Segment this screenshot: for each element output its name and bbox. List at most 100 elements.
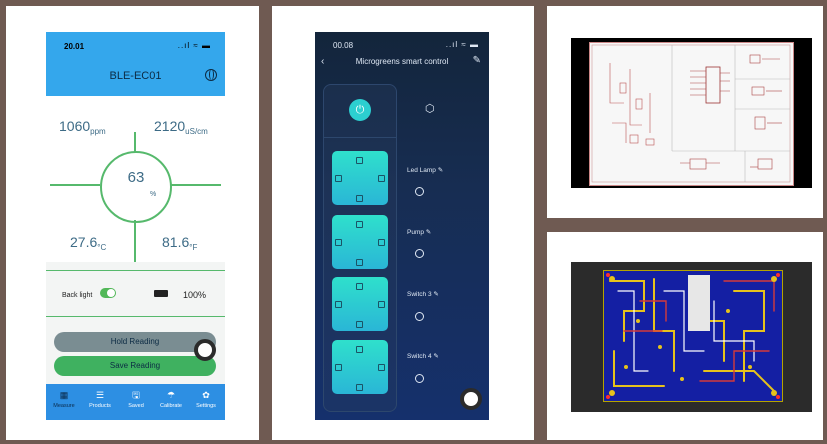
measure-icon: ▦ xyxy=(59,390,69,400)
tab-measure[interactable]: ▦ Measure xyxy=(48,390,80,409)
conductivity-value: 2120 xyxy=(154,118,186,134)
page-title: BLE-EC01 xyxy=(109,70,162,82)
switch-label-led-lamp: Led Lamp ✎ xyxy=(407,166,443,174)
pcb-viewer xyxy=(571,262,812,412)
knob-icon xyxy=(378,364,385,371)
edit-icon[interactable]: ✎ xyxy=(433,353,438,360)
clock-icon[interactable] xyxy=(415,374,424,383)
status-bar: 20.01 ..ıl ≈ ▬ xyxy=(46,32,225,58)
tab-settings[interactable]: ✿ Settings xyxy=(190,390,222,409)
tab-label: Products xyxy=(89,403,111,409)
knob-icon xyxy=(356,321,363,328)
schematic-viewer xyxy=(571,38,812,188)
divider-bottom xyxy=(134,220,136,262)
switch-4[interactable] xyxy=(332,340,388,394)
clock-icon[interactable] xyxy=(415,249,424,258)
switch-column: ⏻ xyxy=(323,84,397,412)
backlight-toggle[interactable] xyxy=(100,288,116,298)
ppm-unit: ppm xyxy=(90,127,106,136)
touch-indicator xyxy=(460,388,482,410)
knob-icon xyxy=(356,195,363,202)
edit-icon[interactable]: ✎ xyxy=(433,291,438,298)
app-header: BLE-EC01 xyxy=(46,58,225,96)
ec-meter-panel: 20.01 ..ıl ≈ ▬ BLE-EC01 1060ppm 2120uS/c… xyxy=(6,6,259,440)
pcb-layout-image xyxy=(603,270,783,402)
edit-icon[interactable]: ✎ xyxy=(426,229,431,236)
gauge-value: 63 xyxy=(127,169,145,186)
temp-c-unit: °C xyxy=(97,243,107,252)
switch-label: Pump xyxy=(407,229,424,236)
divider-left xyxy=(50,184,100,186)
ppm-reading: 1060ppm xyxy=(59,118,106,136)
knob-icon xyxy=(356,283,363,290)
conductivity-unit: uS/cm xyxy=(185,127,208,136)
status-time: 00.08 xyxy=(333,41,354,50)
clock-icon[interactable] xyxy=(415,312,424,321)
tab-label: Calibrate xyxy=(159,403,182,409)
switch-led-lamp[interactable] xyxy=(332,151,388,205)
page-title: Microgreens smart control xyxy=(355,57,449,66)
switch-pump[interactable] xyxy=(332,215,388,269)
knob-icon xyxy=(378,239,385,246)
knob-icon xyxy=(378,301,385,308)
save-icon: 🖫 xyxy=(132,390,140,400)
battery-percent: 100% xyxy=(183,290,207,300)
ec-meter-phone: 20.01 ..ıl ≈ ▬ BLE-EC01 1060ppm 2120uS/c… xyxy=(46,32,225,420)
clock-icon[interactable] xyxy=(415,187,424,196)
microgreens-panel: 00.08 ..ıl ≈ ▬ ‹ Microgreens smart contr… xyxy=(272,6,534,440)
backlight-label: Back light xyxy=(62,292,93,299)
save-reading-button[interactable]: Save Reading xyxy=(54,356,216,376)
temp-f-reading: 81.6°F xyxy=(162,234,197,252)
power-icon[interactable]: ⏻ xyxy=(349,99,371,121)
tab-saved[interactable]: 🖫 Saved xyxy=(120,390,152,409)
conductivity-reading: 2120uS/cm xyxy=(154,118,208,136)
knob-icon xyxy=(356,346,363,353)
touch-indicator xyxy=(194,339,216,361)
power-box: ⏻ xyxy=(324,85,396,138)
divider-top xyxy=(134,132,136,152)
schematic-drawing xyxy=(591,44,791,183)
battery-icon xyxy=(154,290,168,297)
edit-icon[interactable]: ✎ xyxy=(473,55,481,66)
hold-reading-button[interactable]: Hold Reading xyxy=(54,332,216,352)
tab-products[interactable]: ☰ Products xyxy=(84,390,116,409)
ppm-value: 1060 xyxy=(59,118,91,134)
switch-label: Led Lamp xyxy=(407,167,436,174)
cube-icon[interactable]: ⬡ xyxy=(425,102,435,115)
globe-icon[interactable] xyxy=(205,69,217,81)
edit-icon[interactable]: ✎ xyxy=(438,167,443,174)
switch-label-pump: Pump ✎ xyxy=(407,228,431,236)
divider-line xyxy=(46,270,225,271)
knob-icon xyxy=(378,175,385,182)
tab-calibrate[interactable]: ☂ Calibrate xyxy=(155,390,187,409)
knob-icon xyxy=(356,384,363,391)
tab-bar: ▦ Measure ☰ Products 🖫 Saved ☂ Calibrate… xyxy=(46,384,225,420)
knob-icon xyxy=(356,259,363,266)
knob-icon xyxy=(356,157,363,164)
switch-label: Switch 3 xyxy=(407,291,432,298)
tab-label: Measure xyxy=(53,403,75,409)
signal-icon: ..ıl ≈ ▬ xyxy=(177,41,211,50)
schematic-image xyxy=(589,42,794,186)
temp-c-value: 27.6 xyxy=(70,234,98,250)
schematic-panel xyxy=(547,6,823,218)
switch-3[interactable] xyxy=(332,277,388,331)
gauge-unit: % xyxy=(150,191,157,198)
measurement-area: 1060ppm 2120uS/cm 63 % 27.6°C 81.6°F xyxy=(46,96,225,262)
divider-line xyxy=(46,316,225,317)
knob-icon xyxy=(335,175,342,182)
switch-label-4: Switch 4 ✎ xyxy=(407,352,439,360)
list-icon: ☰ xyxy=(95,390,105,400)
gear-icon: ✿ xyxy=(202,390,210,400)
tab-label: Saved xyxy=(128,403,144,409)
status-time: 20.01 xyxy=(64,42,85,51)
temp-f-unit: °F xyxy=(189,243,198,252)
switch-label: Switch 4 xyxy=(407,353,432,360)
moisture-gauge: 63 % xyxy=(100,151,172,223)
signal-icon: ..ıl ≈ ▬ xyxy=(445,40,479,49)
switch-label-3: Switch 3 ✎ xyxy=(407,290,439,298)
tab-label: Settings xyxy=(196,403,216,409)
pcb-drawing xyxy=(606,273,780,399)
pcb-panel xyxy=(547,232,823,440)
microgreens-phone: 00.08 ..ıl ≈ ▬ ‹ Microgreens smart contr… xyxy=(315,32,489,420)
